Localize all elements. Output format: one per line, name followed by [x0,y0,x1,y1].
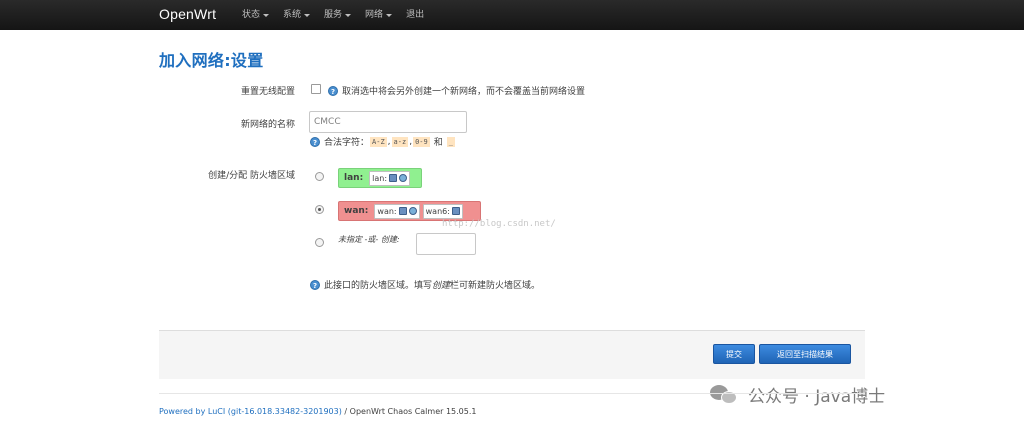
firewall-zone-help: ? 此接口的防火墙区域。填写 创建 栏可新建防火墙区域。 [310,278,540,291]
zone-lan: lan: lan: [338,168,422,188]
footer-version: / OpenWrt Chaos Calmer 15.05.1 [344,407,477,416]
iface-wan: wan: [374,203,420,219]
chevron-down-icon [263,13,270,17]
menu-status[interactable]: 状态 [242,0,270,30]
zone-help-text-b: 栏可新建防火墙区域。 [450,281,541,291]
network-name-help: ? 合法字符： A-Z, a-z, 0-9 和 _ [310,135,456,148]
zone-radio-create[interactable] [315,238,324,247]
iface-wan-label: wan: [377,206,397,216]
help-icon: ? [310,279,320,290]
chevron-down-icon [345,13,352,17]
page-title: 加入网络:设置 [159,51,264,70]
iface-wan6-label: wan6: [425,206,450,216]
new-zone-input[interactable] [416,233,476,255]
submit-button[interactable]: 提交 [713,344,755,364]
globe-icon [408,207,417,215]
zone-help-text-a: 此接口的防火墙区域。填写 [324,281,433,291]
main-menu: 状态 系统 服务 网络 退出 [242,0,438,30]
chevron-down-icon [386,13,393,17]
zone-radio-wan[interactable] [315,205,324,214]
replace-config-help: ? 取消选中将会另外创建一个新网络，而不会覆盖当前网络设置 [328,84,585,97]
wechat-watermark: 公众号 · Java博士 [710,382,885,407]
menu-system-label: 系统 [283,10,302,20]
menu-services[interactable]: 服务 [324,0,352,30]
valid-chars-lower: a-z [391,136,409,147]
firewall-zone-label: 创建/分配 防火墙区域 [208,171,295,181]
replace-config-label: 重置无线配置 [240,87,295,97]
network-name-label: 新网络的名称 [240,120,295,130]
replace-config-help-text: 取消选中将会另外创建一个新网络，而不会覆盖当前网络设置 [342,87,586,97]
iface-lan: lan: [369,170,411,186]
menu-network-label: 网络 [365,10,384,20]
valid-chars-and: 和 [433,138,443,148]
back-to-scan-button[interactable]: 返回至扫描结果 [759,344,851,364]
ethernet-icon [389,174,398,182]
chevron-down-icon [304,13,311,17]
unspecified-create-label: 未指定 -或- 创建: [338,235,400,244]
zone-help-text-em: 创建 [432,281,451,291]
iface-lan-label: lan: [372,173,388,183]
zone-wan-name: wan: [344,206,369,216]
menu-logout-label: 退出 [406,10,425,20]
network-name-input[interactable]: CMCC [309,111,467,133]
zone-lan-name: lan: [344,173,364,183]
menu-network[interactable]: 网络 [365,0,393,30]
footer-divider [159,393,865,394]
csdn-url-watermark: http://blog.csdn.net/ [442,219,556,229]
valid-chars-underscore: _ [446,136,455,147]
menu-system[interactable]: 系统 [283,0,311,30]
menu-services-label: 服务 [324,10,343,20]
wireless-icon [399,174,408,182]
menu-logout[interactable]: 退出 [406,0,424,30]
valid-chars-prefix: 合法字符： [324,138,370,148]
replace-config-checkbox[interactable] [311,84,321,94]
wechat-watermark-text: 公众号 · Java博士 [748,387,886,407]
top-navbar: OpenWrt 状态 系统 服务 网络 退出 [0,0,1024,30]
wechat-icon [710,383,740,407]
ethernet-icon [398,207,407,215]
zone-radio-lan[interactable] [315,172,324,181]
luci-link[interactable]: Powered by LuCI (git-16.018.33482-320190… [159,407,342,416]
ethernet-icon [451,207,460,215]
help-icon: ? [328,85,338,96]
valid-chars-digits: 0-9 [413,136,430,147]
valid-chars-upper: A-Z [370,136,387,147]
menu-status-label: 状态 [242,10,261,20]
help-icon: ? [310,136,320,147]
footer: Powered by LuCI (git-16.018.33482-320190… [159,407,477,416]
brand-logo[interactable]: OpenWrt [159,6,216,22]
iface-wan6: wan6: [422,203,463,219]
zone-wan: wan: wan: wan6: [338,201,481,221]
